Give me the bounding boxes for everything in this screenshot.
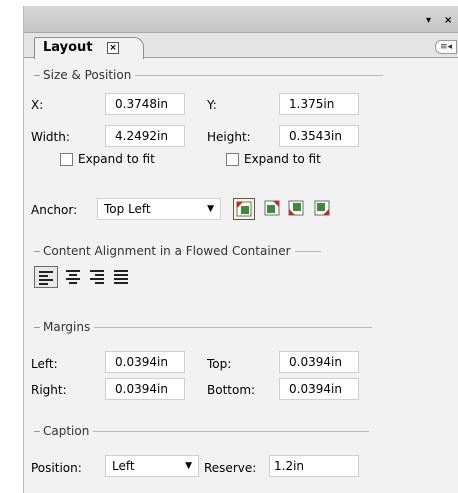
y-field[interactable]: 1.375in — [279, 93, 359, 115]
panel-close-icon[interactable]: × — [444, 16, 452, 26]
expand-height-checkbox[interactable]: Expand to fit — [226, 152, 321, 166]
content-alignment-header: Content Alignment in a Flowed Container — [34, 244, 321, 258]
expand-width-checkbox[interactable]: Expand to fit — [60, 152, 155, 166]
caption-reserve-field[interactable]: 1.2in — [269, 455, 359, 477]
chevron-down-icon: ▼ — [185, 461, 192, 471]
caption-position-dropdown[interactable]: Left ▼ — [105, 455, 199, 477]
align-justify-icon[interactable] — [110, 266, 134, 288]
anchor-bottom-right-icon[interactable] — [312, 198, 334, 220]
tab-close-icon[interactable]: × — [107, 42, 119, 54]
margins-header: Margins — [34, 320, 373, 334]
align-center-icon[interactable] — [62, 266, 86, 288]
caption-position-label: Position: — [31, 461, 82, 475]
anchor-dropdown[interactable]: Top Left ▼ — [97, 198, 221, 220]
anchor-dropdown-value: Top Left — [104, 202, 151, 216]
align-right-icon[interactable] — [86, 266, 110, 288]
margin-left-label: Left: — [31, 357, 58, 371]
anchor-top-left-icon[interactable] — [233, 198, 255, 220]
tab-strip: Layout × ≡◂ — [24, 33, 458, 59]
y-label: Y: — [207, 98, 217, 112]
chevron-down-icon: ▼ — [207, 204, 214, 214]
x-label: X: — [31, 98, 44, 112]
margin-top-label: Top: — [207, 357, 232, 371]
align-left-icon[interactable] — [34, 266, 58, 288]
anchor-top-right-icon[interactable] — [262, 198, 284, 220]
margin-right-label: Right: — [31, 383, 67, 397]
margin-right-field[interactable]: 0.0394in — [105, 378, 185, 400]
tab-layout-label: Layout — [43, 40, 93, 55]
caption-reserve-label: Reserve: — [204, 461, 257, 475]
height-field[interactable]: 0.3543in — [279, 125, 359, 147]
width-field[interactable]: 4.2492in — [105, 125, 185, 147]
margin-left-field[interactable]: 0.0394in — [105, 351, 185, 373]
panel-titlebar: ▾ × — [24, 6, 458, 33]
margin-top-field[interactable]: 0.0394in — [279, 351, 359, 373]
margin-bottom-label: Bottom: — [207, 383, 256, 397]
panel-options-icon[interactable]: ▾ — [426, 16, 431, 26]
expand-height-label: Expand to fit — [244, 152, 321, 166]
expand-width-box[interactable] — [60, 152, 73, 166]
panel-menu-icon[interactable]: ≡◂ — [435, 40, 457, 54]
caption-header: Caption — [34, 424, 370, 438]
height-label: Height: — [207, 130, 251, 144]
width-label: Width: — [31, 130, 70, 144]
layout-panel: ▾ × Layout × ≡◂ Size & Position X: 0.374… — [23, 6, 458, 493]
x-field[interactable]: 0.3748in — [105, 93, 185, 115]
tab-layout[interactable]: Layout × — [34, 37, 144, 59]
caption-position-value: Left — [112, 459, 135, 473]
anchor-label: Anchor: — [31, 203, 78, 217]
size-position-header: Size & Position — [34, 68, 384, 82]
margin-bottom-field[interactable]: 0.0394in — [279, 378, 359, 400]
anchor-bottom-left-icon[interactable] — [286, 198, 308, 220]
expand-width-label: Expand to fit — [78, 152, 155, 166]
expand-height-box[interactable] — [226, 152, 239, 166]
